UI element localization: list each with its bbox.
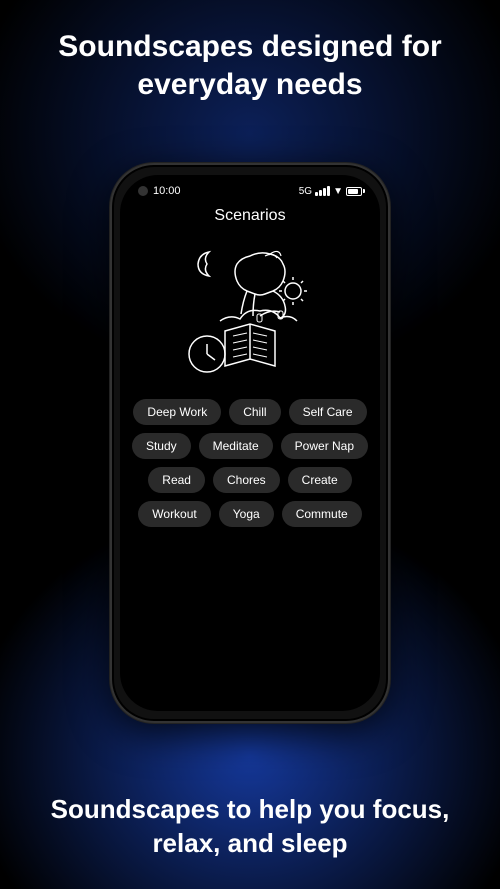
chip-commute[interactable]: Commute <box>282 501 362 527</box>
page-wrapper: Soundscapes designed for everyday needs … <box>0 0 500 889</box>
phone-frame: 10:00 5G ▼ <box>110 163 390 723</box>
bottom-heading: Soundscapes to help you focus, relax, an… <box>0 783 500 889</box>
chip-workout[interactable]: Workout <box>138 501 210 527</box>
illustration <box>160 233 340 393</box>
camera-notch <box>138 186 148 196</box>
signal-icon <box>315 186 330 196</box>
status-left: 10:00 <box>138 185 181 197</box>
chip-chill[interactable]: Chill <box>229 399 280 425</box>
status-right: 5G ▼ <box>299 186 362 197</box>
chips-area: Deep Work Chill Self Care Study Meditate… <box>120 393 380 527</box>
chips-row-1: Deep Work Chill Self Care <box>133 399 366 425</box>
chip-self-care[interactable]: Self Care <box>289 399 367 425</box>
battery-icon <box>346 187 362 196</box>
status-time: 10:00 <box>153 185 181 197</box>
chip-power-nap[interactable]: Power Nap <box>281 433 368 459</box>
chip-chores[interactable]: Chores <box>213 467 280 493</box>
network-label: 5G <box>299 186 312 197</box>
screen-title: Scenarios <box>214 207 285 225</box>
chip-deep-work[interactable]: Deep Work <box>133 399 221 425</box>
chips-row-3: Read Chores Create <box>148 467 351 493</box>
battery-fill <box>348 189 358 194</box>
chip-meditate[interactable]: Meditate <box>199 433 273 459</box>
scenarios-illustration <box>165 236 335 391</box>
top-heading: Soundscapes designed for everyday needs <box>0 0 500 103</box>
chip-read[interactable]: Read <box>148 467 205 493</box>
phone-device: 10:00 5G ▼ <box>110 163 390 723</box>
chip-yoga[interactable]: Yoga <box>219 501 274 527</box>
chips-row-2: Study Meditate Power Nap <box>132 433 368 459</box>
chip-study[interactable]: Study <box>132 433 191 459</box>
status-bar: 10:00 5G ▼ <box>120 175 380 201</box>
chip-create[interactable]: Create <box>288 467 352 493</box>
phone-screen: 10:00 5G ▼ <box>120 175 380 711</box>
wifi-icon: ▼ <box>333 186 343 197</box>
chips-row-4: Workout Yoga Commute <box>138 501 361 527</box>
